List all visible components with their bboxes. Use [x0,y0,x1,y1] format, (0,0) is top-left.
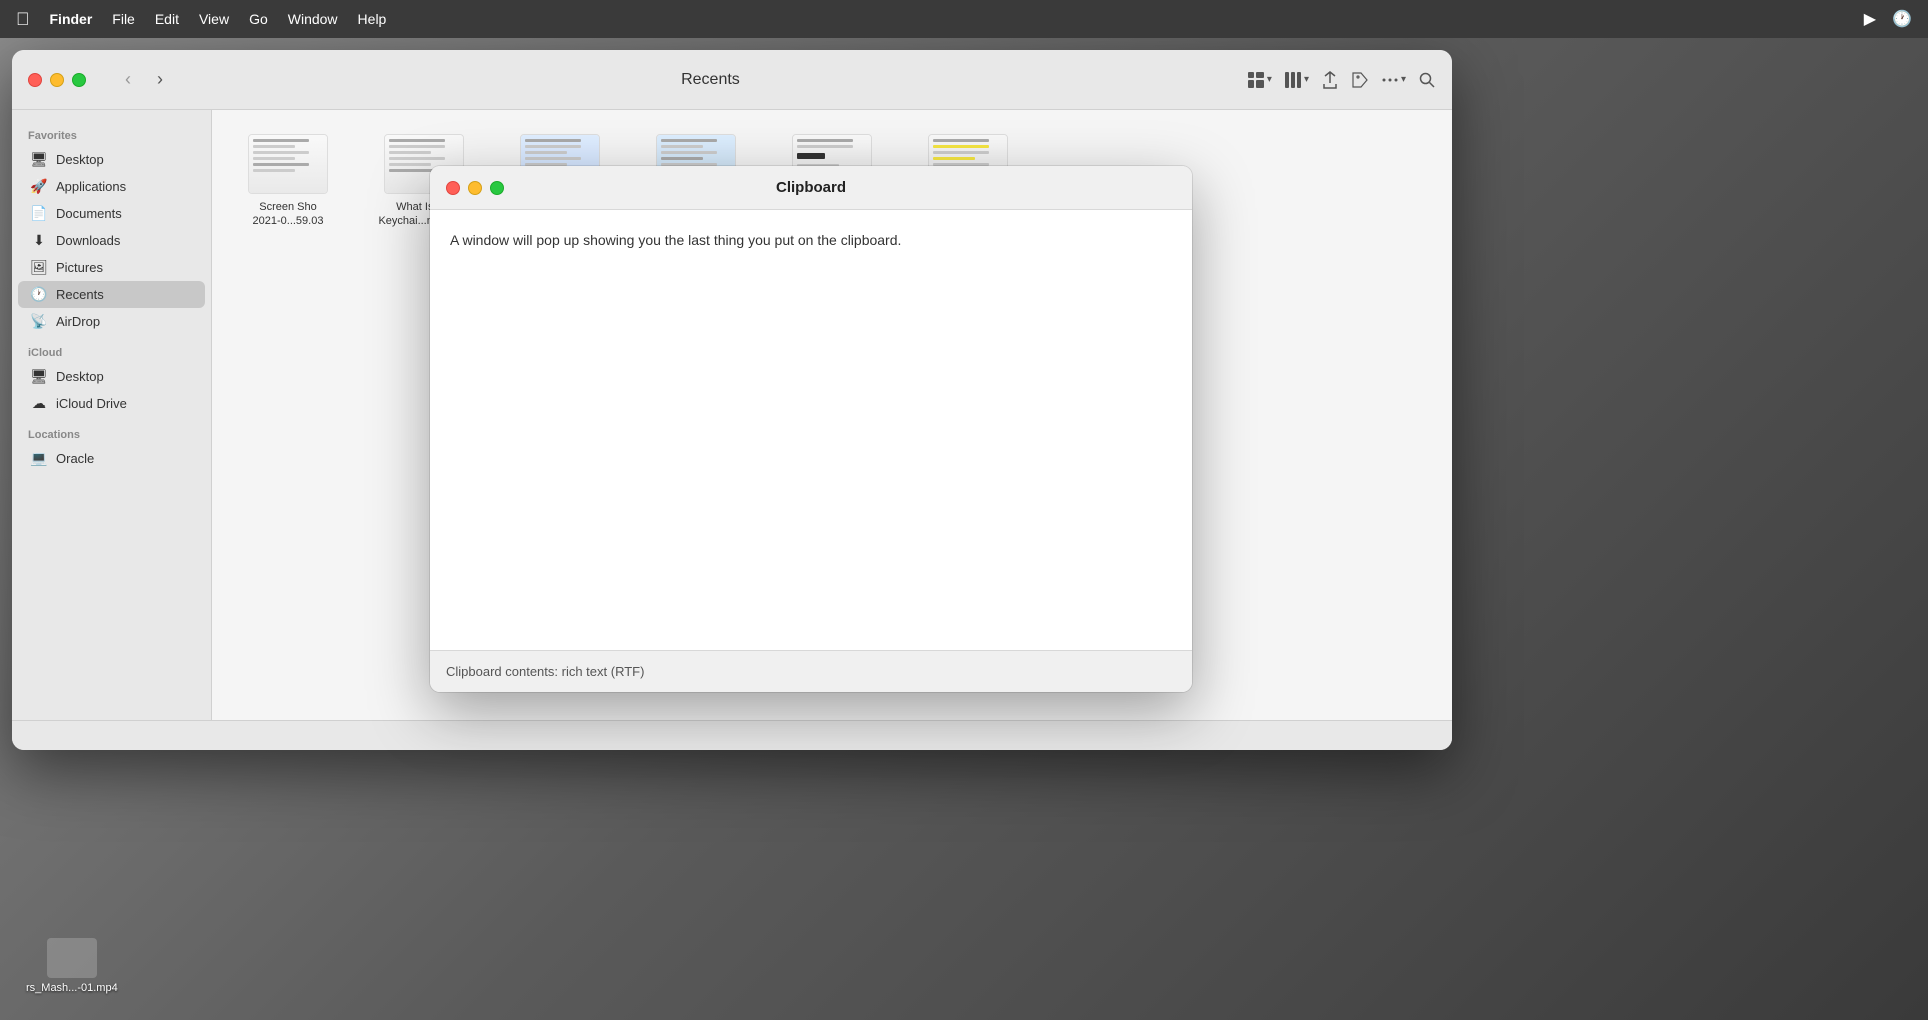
tag-icon [1351,71,1369,89]
columns-icon [1284,71,1302,89]
window-title: Recents [186,71,1235,89]
menubar-right-controls: ▶ 🕐 [1864,9,1912,29]
desktop-icon: 🖥 [30,151,48,168]
menu-file[interactable]: File [112,11,135,27]
forward-button[interactable]: › [146,66,174,94]
apple-menu-icon[interactable]:  [16,9,30,30]
view-icon-columns[interactable]: ▾ [1284,71,1309,89]
view-icon-grid[interactable]: ▾ [1247,71,1272,89]
sidebar-item-applications-label: Applications [56,179,126,194]
sidebar-item-documents[interactable]: 📄 Documents [18,200,205,227]
menu-go[interactable]: Go [249,11,268,27]
clipboard-footer: Clipboard contents: rich text (RTF) [430,650,1192,692]
clipboard-title: Clipboard [776,179,846,196]
sidebar-item-desktop[interactable]: 🖥 Desktop [18,146,205,173]
ellipsis-icon [1381,71,1399,89]
menu-window[interactable]: Window [288,11,338,27]
clipboard-minimize-button[interactable] [468,181,482,195]
desktop-file-label: rs_Mash...-01.mp4 [26,982,118,994]
chevron-down-icon2: ▾ [1304,74,1309,85]
sidebar-item-icloud-desktop-label: Desktop [56,369,104,384]
file-thumbnail [248,134,328,194]
sidebar-item-airdrop[interactable]: 📡 AirDrop [18,308,205,335]
sidebar-item-applications[interactable]: 🚀 Applications [18,173,205,200]
window-traffic-lights [28,73,86,87]
navigation-buttons: ‹ › [114,66,174,94]
file-name: Screen Sho2021-0...59.03 [253,200,324,229]
sidebar-item-recents[interactable]: 🕐 Recents [18,281,205,308]
sidebar-item-oracle[interactable]: 💻 Oracle [18,445,205,472]
clipboard-traffic-lights [446,181,504,195]
share-icon [1321,71,1339,89]
menu-finder[interactable]: Finder [50,11,93,27]
sidebar-item-recents-label: Recents [56,287,104,302]
finder-statusbar [12,720,1452,750]
share-button[interactable] [1321,71,1339,89]
play-icon[interactable]: ▶ [1864,9,1876,29]
chevron-down-icon: ▾ [1267,74,1272,85]
tag-button[interactable] [1351,71,1369,89]
sidebar-item-icloud-drive-label: iCloud Drive [56,396,127,411]
sidebar: Favorites 🖥 Desktop 🚀 Applications 📄 Doc… [12,110,212,720]
chevron-down-icon3: ▾ [1401,74,1406,85]
sidebar-item-documents-label: Documents [56,206,122,221]
menu-edit[interactable]: Edit [155,11,179,27]
sidebar-item-oracle-label: Oracle [56,451,94,466]
downloads-icon: ⬇ [30,232,48,249]
desktop-file-item[interactable]: rs_Mash...-01.mp4 [20,932,124,1000]
grid-icon [1247,71,1265,89]
close-button[interactable] [28,73,42,87]
icloud-desktop-icon: 🖥 [30,368,48,385]
recents-icon: 🕐 [30,286,48,303]
icloud-header: iCloud [12,335,211,363]
sidebar-item-downloads[interactable]: ⬇ Downloads [18,227,205,254]
pictures-icon: 🖼 [30,259,48,276]
airdrop-icon: 📡 [30,313,48,330]
clipboard-dialog: Clipboard A window will pop up showing y… [430,166,1192,692]
toolbar-actions: ▾ ▾ ▾ [1247,71,1436,89]
more-options-button[interactable]: ▾ [1381,71,1406,89]
sidebar-item-icloud-desktop[interactable]: 🖥 Desktop [18,363,205,390]
time-machine-icon[interactable]: 🕐 [1892,9,1912,29]
search-icon [1418,71,1436,89]
clipboard-maximize-button[interactable] [490,181,504,195]
sidebar-item-airdrop-label: AirDrop [56,314,100,329]
maximize-button[interactable] [72,73,86,87]
locations-header: Locations [12,417,211,445]
file-item[interactable]: Screen Sho2021-0...59.03 [228,126,348,237]
favorites-header: Favorites [12,118,211,146]
clipboard-description: A window will pop up showing you the las… [450,230,1172,251]
sidebar-item-pictures[interactable]: 🖼 Pictures [18,254,205,281]
minimize-button[interactable] [50,73,64,87]
menubar:  Finder File Edit View Go Window Help ▶… [0,0,1928,38]
menu-help[interactable]: Help [358,11,387,27]
clipboard-body: A window will pop up showing you the las… [430,210,1192,650]
desktop-file-icon [47,938,97,978]
sidebar-item-pictures-label: Pictures [56,260,103,275]
clipboard-contents-label: Clipboard contents: rich text (RTF) [446,664,644,679]
applications-icon: 🚀 [30,178,48,195]
finder-toolbar: ‹ › Recents ▾ ▾ [12,50,1452,110]
clipboard-close-button[interactable] [446,181,460,195]
desktop: ‹ › Recents ▾ ▾ [0,38,1928,1020]
documents-icon: 📄 [30,205,48,222]
clipboard-titlebar: Clipboard [430,166,1192,210]
back-button[interactable]: ‹ [114,66,142,94]
sidebar-item-icloud-drive[interactable]: ☁ iCloud Drive [18,390,205,417]
oracle-icon: 💻 [30,450,48,467]
sidebar-item-desktop-label: Desktop [56,152,104,167]
menu-view[interactable]: View [199,11,229,27]
sidebar-item-downloads-label: Downloads [56,233,120,248]
icloud-drive-icon: ☁ [30,395,48,412]
search-button[interactable] [1418,71,1436,89]
